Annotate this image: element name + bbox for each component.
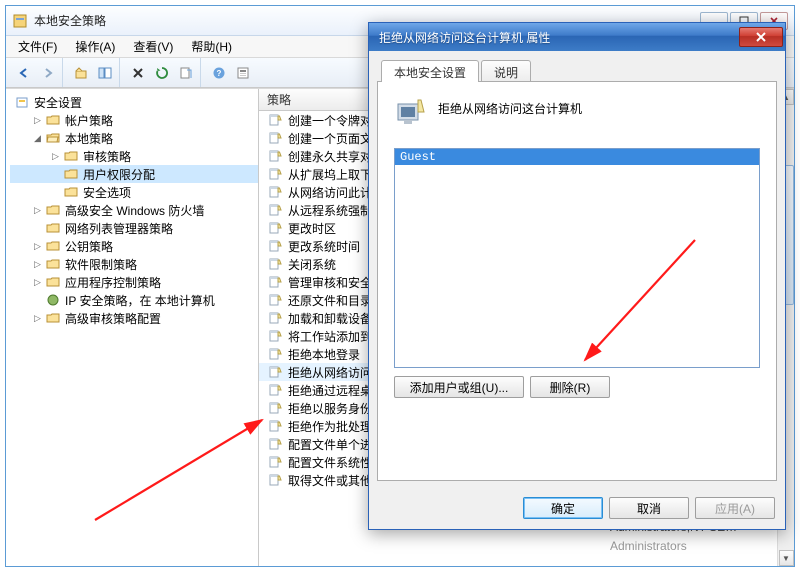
tree-item-ip-security[interactable]: ▷ IP 安全策略，在 本地计算机	[10, 291, 258, 309]
expand-icon[interactable]: ▷	[32, 115, 43, 126]
folder-icon	[45, 112, 61, 128]
tree-item-audit-policy[interactable]: ▷ 审核策略	[10, 147, 258, 165]
ok-button[interactable]: 确定	[523, 497, 603, 519]
menu-view[interactable]: 查看(V)	[125, 36, 181, 57]
tree-root-label: 安全设置	[34, 94, 82, 111]
security-setting-peek-2: Administrators	[610, 539, 687, 553]
policy-icon	[267, 238, 283, 254]
folder-icon	[63, 148, 79, 164]
tree-item-security-options[interactable]: ▷ 安全选项	[10, 183, 258, 201]
scroll-down-button[interactable]: ▼	[779, 550, 794, 566]
dialog-body: 本地安全设置 说明 拒绝从网络访问这台计算机 Guest 添加用户或组(U)..…	[369, 51, 785, 489]
tab-local-security[interactable]: 本地安全设置	[381, 60, 479, 82]
principal-listbox[interactable]: Guest	[394, 148, 760, 368]
policy-icon	[267, 346, 283, 362]
export-button[interactable]	[175, 62, 197, 84]
folder-icon	[45, 238, 61, 254]
menu-help[interactable]: 帮助(H)	[183, 36, 240, 57]
policy-icon	[267, 274, 283, 290]
expand-icon[interactable]: ▷	[50, 151, 61, 162]
security-settings-icon	[14, 94, 30, 110]
tab-panel: 拒绝从网络访问这台计算机 Guest 添加用户或组(U)... 删除(R)	[377, 81, 777, 481]
collapse-icon[interactable]: ◢	[32, 133, 43, 144]
policy-icon	[267, 472, 283, 488]
tree-pane[interactable]: 安全设置 ▷ 帐户策略 ◢ 本地策略 ▷ 审核策略	[6, 89, 259, 566]
policy-icon	[267, 256, 283, 272]
back-button[interactable]	[13, 62, 35, 84]
policy-icon	[267, 184, 283, 200]
policy-icon	[267, 454, 283, 470]
tree-item-local-policies[interactable]: ◢ 本地策略	[10, 129, 258, 147]
folder-icon	[45, 256, 61, 272]
tab-explain[interactable]: 说明	[481, 60, 531, 82]
delete-toolbar-button[interactable]	[127, 62, 149, 84]
policy-label: 关闭系统	[288, 256, 336, 273]
tree-item-network-list[interactable]: ▷ 网络列表管理器策略	[10, 219, 258, 237]
tree-root-node[interactable]: 安全设置	[10, 93, 258, 111]
policy-icon	[267, 166, 283, 182]
tree-item-advanced-audit[interactable]: ▷ 高级审核策略配置	[10, 309, 258, 327]
policy-icon	[267, 220, 283, 236]
apply-button[interactable]: 应用(A)	[695, 497, 775, 519]
policy-icon	[267, 112, 283, 128]
policy-icon	[267, 202, 283, 218]
refresh-button[interactable]	[151, 62, 173, 84]
folder-open-icon	[45, 130, 61, 146]
folder-icon	[45, 202, 61, 218]
up-button[interactable]	[70, 62, 92, 84]
policy-icon	[267, 400, 283, 416]
dialog-titlebar[interactable]: 拒绝从网络访问这台计算机 属性	[369, 23, 785, 51]
show-tree-button[interactable]	[94, 62, 116, 84]
properties-toolbar-button[interactable]	[232, 62, 254, 84]
policy-large-icon	[394, 96, 426, 128]
expand-icon[interactable]: ▷	[32, 277, 43, 288]
expand-icon[interactable]: ▷	[32, 205, 43, 216]
dialog-title: 拒绝从网络访问这台计算机 属性	[379, 29, 739, 46]
policy-label: 更改时区	[288, 220, 336, 237]
policy-icon	[267, 292, 283, 308]
folder-icon	[63, 166, 79, 182]
dialog-tabs: 本地安全设置 说明	[377, 59, 777, 81]
dialog-close-button[interactable]	[739, 27, 783, 47]
folder-icon	[45, 310, 61, 326]
app-icon	[12, 13, 28, 29]
folder-icon	[45, 220, 61, 236]
properties-dialog: 拒绝从网络访问这台计算机 属性 本地安全设置 说明 拒绝从网络访问这台计算机	[368, 22, 786, 530]
folder-icon	[45, 274, 61, 290]
tree-item-app-control[interactable]: ▷ 应用程序控制策略	[10, 273, 258, 291]
help-toolbar-button[interactable]: ?	[208, 62, 230, 84]
policy-icon	[267, 364, 283, 380]
tree-item-account-policies[interactable]: ▷ 帐户策略	[10, 111, 258, 129]
policy-icon	[267, 328, 283, 344]
tree-item-public-key[interactable]: ▷ 公钥策略	[10, 237, 258, 255]
expand-icon[interactable]: ▷	[32, 241, 43, 252]
policy-icon	[267, 436, 283, 452]
policy-icon	[267, 418, 283, 434]
folder-icon	[63, 184, 79, 200]
svg-text:?: ?	[217, 69, 222, 78]
cancel-button[interactable]: 取消	[609, 497, 689, 519]
add-user-button[interactable]: 添加用户或组(U)...	[394, 376, 524, 398]
ipsec-icon	[45, 292, 61, 308]
menu-action[interactable]: 操作(A)	[67, 36, 123, 57]
dialog-heading: 拒绝从网络访问这台计算机	[438, 96, 760, 117]
policy-icon	[267, 310, 283, 326]
expand-icon[interactable]: ▷	[32, 313, 43, 324]
dialog-footer: 确定 取消 应用(A)	[369, 489, 785, 529]
forward-button[interactable]	[37, 62, 59, 84]
list-header-label: 策略	[267, 91, 291, 108]
remove-button[interactable]: 删除(R)	[530, 376, 610, 398]
policy-icon	[267, 382, 283, 398]
tree-item-windows-firewall[interactable]: ▷ 高级安全 Windows 防火墙	[10, 201, 258, 219]
tree-item-user-rights[interactable]: ▷ 用户权限分配	[10, 165, 258, 183]
principal-item[interactable]: Guest	[395, 149, 759, 165]
tree-item-software-restriction[interactable]: ▷ 软件限制策略	[10, 255, 258, 273]
policy-label: 拒绝本地登录	[288, 346, 360, 363]
menu-file[interactable]: 文件(F)	[10, 36, 65, 57]
policy-label: 更改系统时间	[288, 238, 360, 255]
policy-icon	[267, 130, 283, 146]
policy-icon	[267, 148, 283, 164]
policy-label: 还原文件和目录	[288, 292, 372, 309]
expand-icon[interactable]: ▷	[32, 259, 43, 270]
